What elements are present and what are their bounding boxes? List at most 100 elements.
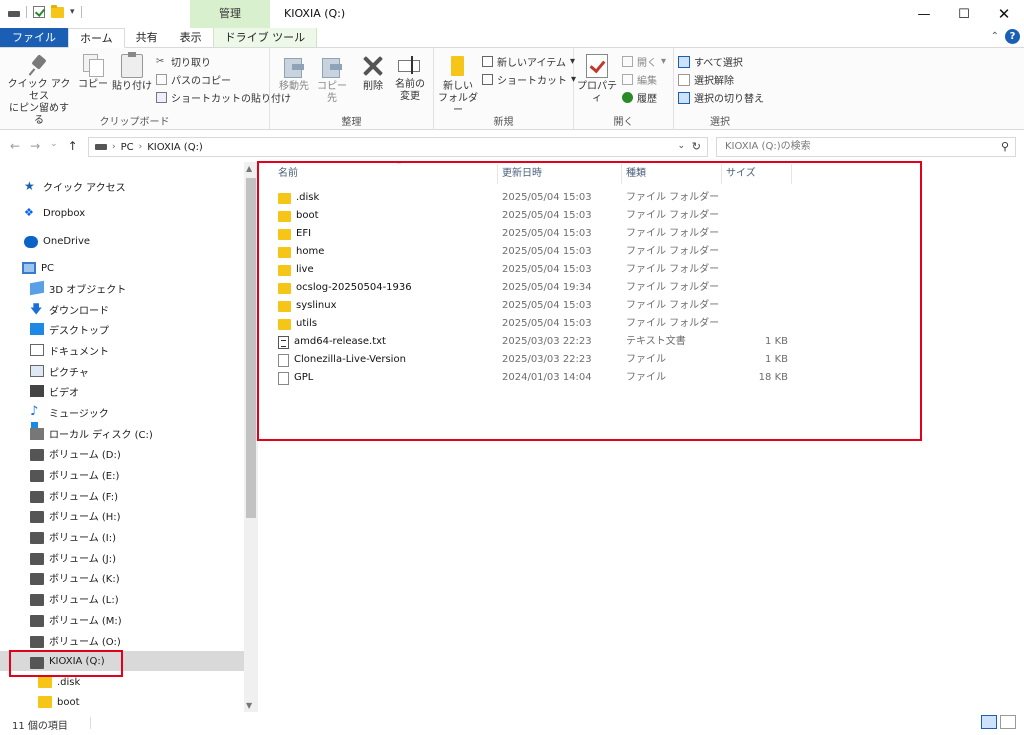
nav-item-volume-f[interactable]: ボリューム (F:) bbox=[0, 485, 244, 505]
column-header-size[interactable]: サイズ bbox=[722, 164, 792, 184]
table-row[interactable]: GPL 2024/01/03 14:04 ファイル 18 KB bbox=[274, 369, 794, 387]
tab-home[interactable]: ホーム bbox=[68, 28, 125, 48]
nav-item-documents[interactable]: ドキュメント bbox=[0, 340, 244, 360]
nav-item-volume-e[interactable]: ボリューム (E:) bbox=[0, 464, 244, 484]
search-input[interactable]: KIOXIA (Q:)の検索 ⚲ bbox=[716, 137, 1016, 157]
edit-button[interactable]: 編集 bbox=[622, 72, 657, 87]
nav-item-volume-d[interactable]: ボリューム (D:) bbox=[0, 443, 244, 463]
tab-share[interactable]: 共有 bbox=[125, 28, 169, 47]
open-button[interactable]: 開く ▾ bbox=[622, 54, 666, 69]
nav-item-onedrive[interactable]: OneDrive bbox=[0, 231, 244, 251]
breadcrumb-chevron-icon[interactable]: › bbox=[139, 142, 143, 152]
collapse-ribbon-icon[interactable]: ⌃ bbox=[991, 31, 999, 42]
tab-drive-tools[interactable]: ドライブ ツール bbox=[212, 28, 318, 47]
table-row[interactable]: .disk 2025/05/04 15:03 ファイル フォルダー bbox=[274, 189, 794, 207]
close-button[interactable]: ✕ bbox=[984, 0, 1024, 28]
nav-item-downloads[interactable]: 🡇 ダウンロード bbox=[0, 299, 244, 319]
table-row[interactable]: Clonezilla-Live-Version 2025/03/03 22:23… bbox=[274, 351, 794, 369]
column-header-name[interactable]: 名前 bbox=[274, 164, 498, 184]
table-row[interactable]: ocslog-20250504-1936 2025/05/04 19:34 ファ… bbox=[274, 279, 794, 297]
properties-check-icon[interactable] bbox=[33, 6, 45, 18]
delete-button[interactable]: 削除 bbox=[358, 54, 388, 93]
cut-button[interactable]: ✂ 切り取り bbox=[156, 54, 211, 69]
column-header-type[interactable]: 種類 bbox=[622, 164, 722, 184]
file-size bbox=[724, 279, 788, 297]
new-folder-button[interactable]: 新しい フォルダー bbox=[438, 54, 478, 117]
minimize-button[interactable]: — bbox=[904, 0, 944, 28]
tab-file[interactable]: ファイル bbox=[0, 28, 68, 47]
nav-item-boot-folder[interactable]: boot bbox=[0, 692, 244, 712]
table-row[interactable]: amd64-release.txt 2025/03/03 22:23 テキスト文… bbox=[274, 333, 794, 351]
nav-item-local-disk-c[interactable]: ローカル ディスク (C:) bbox=[0, 422, 244, 443]
easy-access-button[interactable]: ショートカット ▾ bbox=[482, 72, 576, 87]
nav-item-volume-o[interactable]: ボリューム (O:) bbox=[0, 630, 244, 650]
help-icon[interactable]: ? bbox=[1005, 29, 1020, 44]
forward-arrow-icon[interactable]: → bbox=[30, 139, 40, 153]
manage-contextual-tab[interactable]: 管理 bbox=[190, 0, 270, 28]
nav-item-music[interactable]: ♪ ミュージック bbox=[0, 402, 244, 422]
copy-path-button[interactable]: パスのコピー bbox=[156, 72, 231, 87]
nav-item-volume-h[interactable]: ボリューム (H:) bbox=[0, 505, 244, 525]
nav-item-volume-l[interactable]: ボリューム (L:) bbox=[0, 588, 244, 608]
nav-item-pictures[interactable]: ピクチャ bbox=[0, 361, 244, 381]
recent-locations-chevron-icon[interactable]: ⌄ bbox=[50, 139, 58, 153]
nav-item-disk-folder[interactable]: .disk bbox=[0, 672, 244, 692]
up-arrow-icon[interactable]: ↑ bbox=[68, 139, 78, 153]
history-button[interactable]: 履歴 bbox=[622, 90, 657, 105]
tab-view[interactable]: 表示 bbox=[169, 28, 213, 47]
select-all-button[interactable]: すべて選択 bbox=[678, 54, 743, 69]
nav-item-videos[interactable]: ビデオ bbox=[0, 381, 244, 401]
new-item-button[interactable]: 新しいアイテム ▾ bbox=[482, 54, 575, 69]
table-row[interactable]: boot 2025/05/04 15:03 ファイル フォルダー bbox=[274, 207, 794, 225]
nav-item-label: ボリューム (E:) bbox=[49, 470, 120, 482]
large-icons-view-icon[interactable] bbox=[1000, 715, 1016, 729]
nav-item-label: PC bbox=[41, 262, 55, 274]
scroll-down-icon[interactable]: ▼ bbox=[246, 701, 252, 710]
copy-button[interactable]: コピー bbox=[76, 54, 110, 91]
nav-item-volume-j[interactable]: ボリューム (J:) bbox=[0, 547, 244, 567]
properties-button[interactable]: プロパティ bbox=[574, 54, 620, 105]
table-row[interactable]: EFI 2025/05/04 15:03 ファイル フォルダー bbox=[274, 225, 794, 243]
rename-button[interactable]: 名前の 変更 bbox=[392, 54, 428, 103]
nav-pane-scrollbar[interactable]: ▲ ▼ bbox=[244, 162, 258, 712]
nav-item-pc[interactable]: PC bbox=[0, 258, 244, 278]
nav-item-kioxia-q[interactable]: KIOXIA (Q:) bbox=[0, 651, 244, 671]
refresh-icon[interactable]: ↻ bbox=[692, 140, 701, 153]
nav-item-dropbox[interactable]: ❖ Dropbox bbox=[0, 203, 244, 223]
nav-item-desktop[interactable]: デスクトップ bbox=[0, 319, 244, 339]
select-none-button[interactable]: 選択解除 bbox=[678, 72, 734, 87]
copy-to-button[interactable]: コピー先 bbox=[314, 54, 350, 105]
nav-item-volume-k[interactable]: ボリューム (K:) bbox=[0, 567, 244, 587]
column-header-date[interactable]: 更新日時 bbox=[498, 164, 622, 184]
move-to-button[interactable]: 移動先 bbox=[276, 54, 312, 93]
ribbon-tabs: ファイル ホーム 共有 表示 ドライブ ツール ⌃ ? bbox=[0, 28, 1024, 48]
breadcrumb-pc[interactable]: PC bbox=[121, 142, 134, 153]
table-row[interactable]: live 2025/05/04 15:03 ファイル フォルダー bbox=[274, 261, 794, 279]
title-bar: ▾ 管理 KIOXIA (Q:) — ☐ ✕ bbox=[0, 0, 1024, 28]
details-view-icon[interactable] bbox=[981, 715, 997, 729]
scrollbar-thumb[interactable] bbox=[246, 178, 256, 518]
table-row[interactable]: syslinux 2025/05/04 15:03 ファイル フォルダー bbox=[274, 297, 794, 315]
maximize-button[interactable]: ☐ bbox=[944, 0, 984, 28]
customize-toolbar-dropdown-icon[interactable]: ▾ bbox=[70, 7, 75, 17]
search-icon[interactable]: ⚲ bbox=[1001, 138, 1009, 156]
table-row[interactable]: utils 2025/05/04 15:03 ファイル フォルダー bbox=[274, 315, 794, 333]
address-bar[interactable]: › PC › KIOXIA (Q:) ⌄ ↻ bbox=[88, 137, 708, 157]
invert-selection-button[interactable]: 選択の切り替え bbox=[678, 90, 764, 105]
nav-item-volume-i[interactable]: ボリューム (I:) bbox=[0, 526, 244, 546]
back-arrow-icon[interactable]: ← bbox=[10, 139, 20, 153]
paste-button[interactable]: 貼り付け bbox=[112, 52, 152, 93]
windows-drive-icon bbox=[30, 422, 44, 440]
file-name: home bbox=[296, 246, 325, 257]
nav-item-volume-m[interactable]: ボリューム (M:) bbox=[0, 609, 244, 629]
new-folder-icon[interactable] bbox=[51, 4, 64, 18]
shortcut-icon bbox=[156, 92, 167, 103]
nav-item-label: ボリューム (O:) bbox=[49, 636, 121, 648]
scroll-up-icon[interactable]: ▲ bbox=[246, 164, 252, 173]
table-row[interactable]: home 2025/05/04 15:03 ファイル フォルダー bbox=[274, 243, 794, 261]
address-dropdown-icon[interactable]: ⌄ bbox=[677, 141, 685, 151]
nav-item-3d-objects[interactable]: 3D オブジェクト bbox=[0, 278, 244, 298]
breadcrumb-chevron-icon[interactable]: › bbox=[112, 142, 116, 152]
nav-item-quick-access[interactable]: ★ クイック アクセス bbox=[0, 176, 244, 196]
breadcrumb-drive[interactable]: KIOXIA (Q:) bbox=[147, 142, 203, 153]
